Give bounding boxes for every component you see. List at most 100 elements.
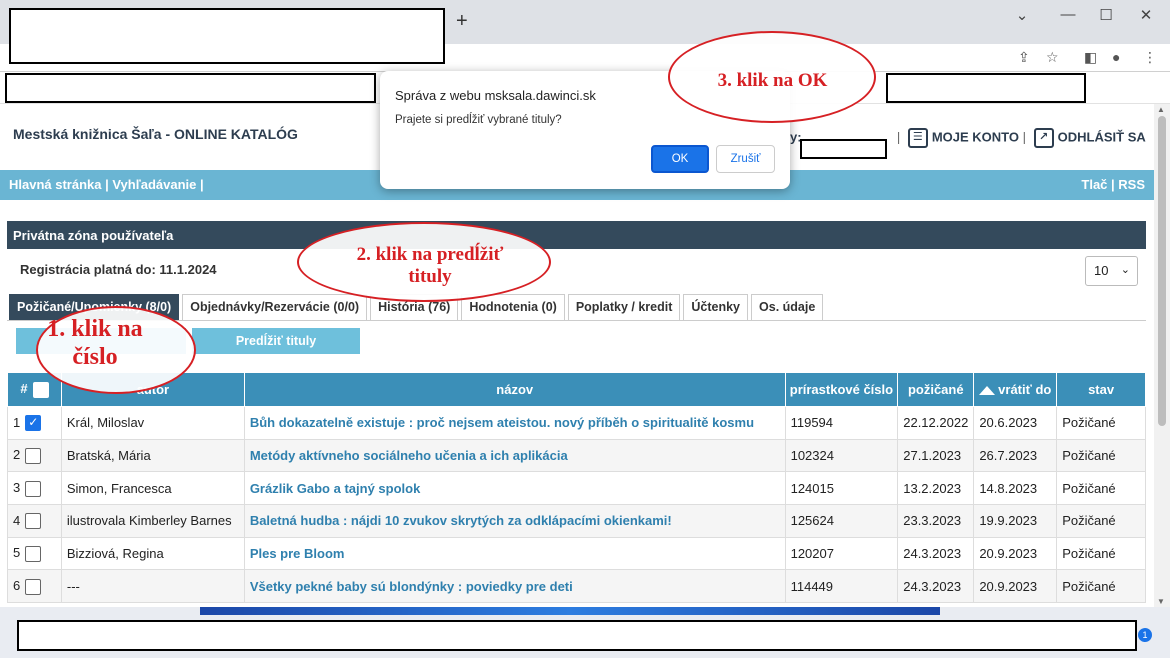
select-all-checkbox[interactable] xyxy=(32,381,49,398)
table-row: 1 ✓ Král, Miloslav Bůh dokazatelně existuje… xyxy=(7,406,1146,440)
col-due[interactable]: vrátiť do xyxy=(973,372,1058,407)
row-number-cell: 4 xyxy=(7,504,62,538)
dialog-ok-button[interactable]: OK xyxy=(651,145,709,173)
author-cell: Simon, Francesca xyxy=(60,471,245,506)
due-cell: 20.9.2023 xyxy=(973,536,1058,571)
close-window-button[interactable]: ✕ xyxy=(1136,6,1156,24)
tab-fees[interactable]: Poplatky / kredit xyxy=(567,294,681,320)
row-checkbox[interactable] xyxy=(25,545,42,562)
title-link[interactable]: Baletná hudba : nájdi 10 zvukov skrytých… xyxy=(250,513,672,528)
title-link[interactable]: Ples pre Bloom xyxy=(250,546,345,561)
title-link[interactable]: Grázlik Gabo a tajný spolok xyxy=(250,481,421,496)
notification-badge[interactable]: 1 xyxy=(1138,628,1152,642)
tab-search-icon[interactable]: ⌄ xyxy=(1012,6,1032,24)
status-cell: Požičané xyxy=(1056,504,1146,538)
title-link[interactable]: Všetky pekné baby sú blondýnky : poviedk… xyxy=(250,579,573,594)
tab-receipts[interactable]: Účtenky xyxy=(683,294,749,320)
row-number-cell: 3 xyxy=(7,471,62,506)
logout-icon: ↗ xyxy=(1033,128,1054,148)
tab-personal-data[interactable]: Os. údaje xyxy=(751,294,824,320)
status-cell: Požičané xyxy=(1056,536,1146,571)
panel-title: Privátna zóna používateľa xyxy=(7,221,1146,249)
borrowed-cell: 13.2.2023 xyxy=(897,471,975,506)
title-link[interactable]: Bůh dokazatelně existuje : proč nejsem a… xyxy=(250,415,754,430)
borrowed-cell: 24.3.2023 xyxy=(897,536,975,571)
loans-table: # autor názov prírastkové číslo požičané… xyxy=(7,372,1146,604)
dialog-message: Prajete si predĺžiť vybrané tituly? xyxy=(395,114,562,126)
borrowed-cell: 24.3.2023 xyxy=(897,569,975,604)
browser-menu-icon[interactable]: ⋮ xyxy=(1143,49,1157,66)
tab-reservations[interactable]: Objednávky/Rezervácie (0/0) xyxy=(182,294,368,320)
account-icon: ☰ xyxy=(907,128,928,148)
due-cell: 20.6.2023 xyxy=(973,406,1058,440)
borrowed-cell: 27.1.2023 xyxy=(897,438,975,473)
title-cell: Metódy aktívneho sociálneho učenia a ich… xyxy=(243,438,786,473)
due-cell: 14.8.2023 xyxy=(973,471,1058,506)
my-account-link[interactable]: MOJE KONTO xyxy=(932,129,1019,144)
callout-step1-line2: číslo xyxy=(72,343,118,370)
nav-links-left[interactable]: Hlavná stránka | Vyhľadávanie | xyxy=(9,177,204,192)
scrollbar-thumb[interactable] xyxy=(1158,116,1166,426)
dialog-title: Správa z webu msksala.dawinci.sk xyxy=(395,88,596,103)
per-page-select[interactable]: 10 ⌄ xyxy=(1085,256,1138,286)
registration-validity: Registrácia platná do: 11.1.2024 xyxy=(20,262,217,277)
sort-ascending-icon xyxy=(979,386,996,396)
row-number-cell: 6 xyxy=(7,569,62,604)
separator: | xyxy=(1022,129,1027,145)
table-row: 3 Simon, Francesca Grázlik Gabo a tajný sp… xyxy=(7,471,1146,506)
redacted-tab-title xyxy=(9,8,445,64)
col-status[interactable]: stav xyxy=(1056,372,1146,407)
title-cell: Bůh dokazatelně existuje : proč nejsem a… xyxy=(243,406,786,440)
borrowed-cell: 22.12.2022 xyxy=(897,406,975,440)
redacted-bookmarks-left xyxy=(5,73,376,103)
accession-cell: 119594 xyxy=(784,406,899,440)
logout-link[interactable]: ODHLÁSIŤ SA xyxy=(1058,129,1146,144)
author-cell: --- xyxy=(60,569,245,604)
callout-step1-line1: 1. klik na xyxy=(47,316,143,342)
borrowed-cell: 23.3.2023 xyxy=(897,504,975,538)
status-cell: Požičané xyxy=(1056,569,1146,604)
col-title[interactable]: názov xyxy=(243,372,786,407)
minimize-window-button[interactable]: — xyxy=(1058,6,1078,23)
title-link[interactable]: Metódy aktívneho sociálneho učenia a ich… xyxy=(250,448,568,463)
page-scrollbar[interactable]: ▲ ▼ xyxy=(1154,104,1170,607)
author-cell: Bizziová, Regina xyxy=(60,536,245,571)
table-row: 5 Bizziová, Regina Ples pre Bloom 120207 24.… xyxy=(7,536,1146,571)
redacted-taskbar xyxy=(17,620,1137,651)
redacted-username xyxy=(800,139,887,159)
accession-cell: 114449 xyxy=(784,569,899,604)
row-checkbox[interactable] xyxy=(25,480,42,497)
row-checkbox[interactable]: ✓ xyxy=(25,415,42,432)
title-cell: Ples pre Bloom xyxy=(243,536,786,571)
profile-icon[interactable]: ● xyxy=(1112,49,1120,65)
maximize-window-button[interactable]: ☐ xyxy=(1096,6,1116,24)
nav-links-right[interactable]: Tlač | RSS xyxy=(1081,177,1145,192)
scroll-down-icon[interactable]: ▼ xyxy=(1157,597,1165,606)
renew-titles-button[interactable]: Predĺžiť tituly xyxy=(192,328,360,354)
due-cell: 19.9.2023 xyxy=(973,504,1058,538)
row-number-cell: 2 xyxy=(7,438,62,473)
callout-step2-line1: 2. klik na predĺžiť xyxy=(356,244,504,265)
bookmark-star-icon[interactable]: ☆ xyxy=(1046,49,1059,66)
site-title: Mestská knižnica Šaľa - ONLINE KATALÓG xyxy=(13,126,298,142)
row-checkbox[interactable] xyxy=(25,447,42,464)
accession-cell: 102324 xyxy=(784,438,899,473)
row-checkbox[interactable] xyxy=(25,578,42,595)
due-cell: 26.7.2023 xyxy=(973,438,1058,473)
scroll-up-icon[interactable]: ▲ xyxy=(1157,105,1165,114)
col-accession[interactable]: prírastkové číslo xyxy=(784,372,899,407)
due-cell: 20.9.2023 xyxy=(973,569,1058,604)
new-tab-button[interactable]: + xyxy=(456,10,468,33)
dialog-cancel-button[interactable]: Zrušiť xyxy=(716,145,775,173)
tabs-divider xyxy=(7,320,1146,321)
col-borrowed[interactable]: požičané xyxy=(897,372,975,407)
author-cell: ilustrovala Kimberley Barnes xyxy=(60,504,245,538)
accession-cell: 124015 xyxy=(784,471,899,506)
accession-cell: 120207 xyxy=(784,536,899,571)
share-icon[interactable]: ⇪ xyxy=(1018,49,1030,66)
title-cell: Všetky pekné baby sú blondýnky : poviedk… xyxy=(243,569,786,604)
row-checkbox[interactable] xyxy=(25,513,42,530)
status-cell: Požičané xyxy=(1056,438,1146,473)
side-panel-icon[interactable]: ◧ xyxy=(1084,49,1097,66)
row-number-cell: 1 ✓ xyxy=(7,406,62,440)
